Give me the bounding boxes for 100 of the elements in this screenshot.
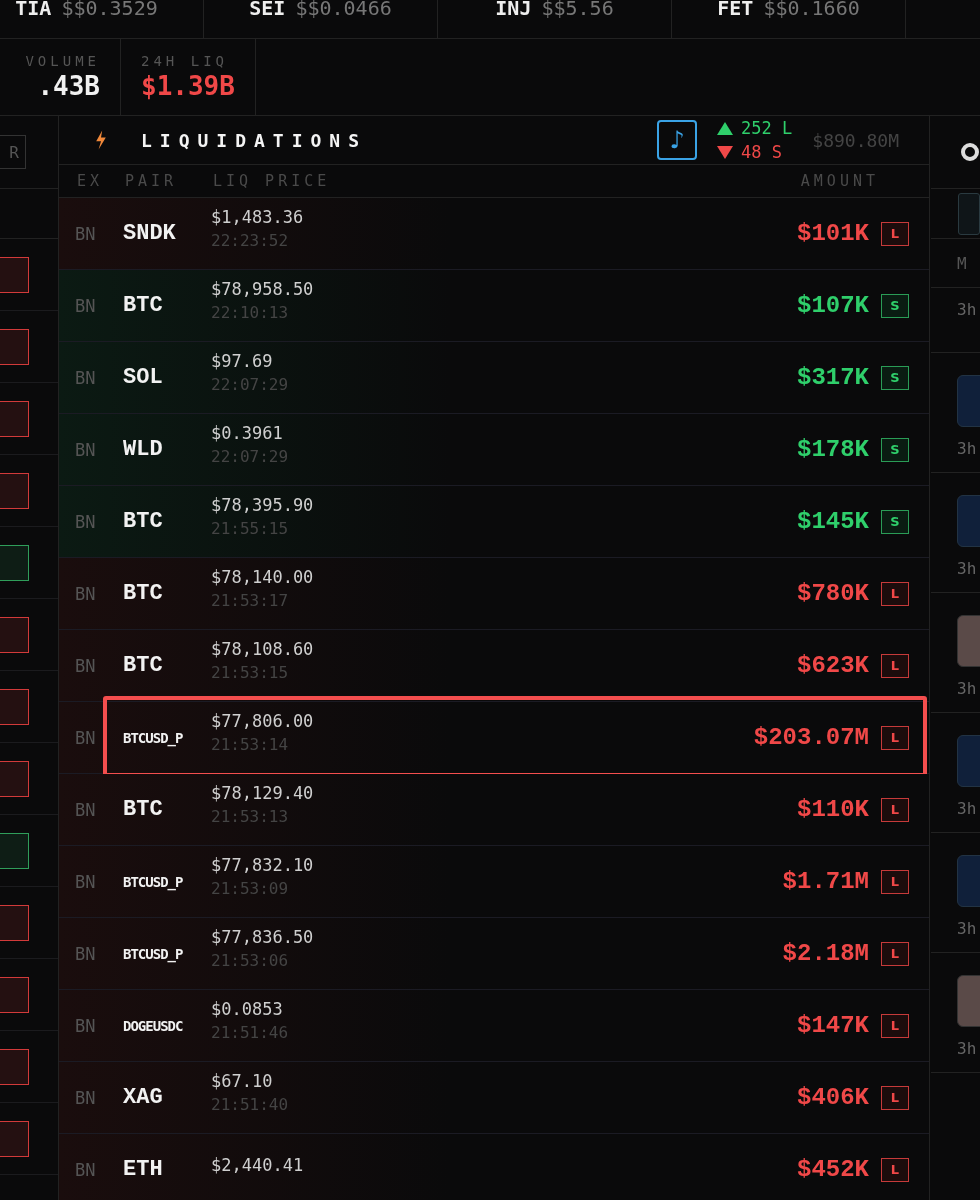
news-time: 3h: [957, 300, 978, 319]
up-triangle-icon: [717, 121, 734, 135]
side-badge: L: [881, 869, 909, 894]
side-badge: S: [881, 293, 909, 318]
side-badge: L: [881, 1013, 909, 1038]
side-badge: L: [881, 797, 909, 822]
exchange-label: BN: [75, 943, 97, 964]
liq-amount: $317K: [797, 364, 869, 391]
side-badge: L: [881, 653, 909, 678]
side-badge: S: [881, 437, 909, 462]
liq-amount: $452K: [797, 1156, 869, 1183]
panel-title: LIQUIDATIONS: [141, 129, 368, 151]
ticker-price: $$5.56: [541, 0, 614, 20]
liq-amount: $145K: [797, 508, 869, 535]
liq-time: 21:53:09: [211, 879, 290, 898]
stat-value: .43B: [37, 71, 100, 101]
liq-amount: $203.07M: [753, 724, 869, 751]
side-badge: L: [881, 581, 909, 606]
liq-amount: $623K: [797, 652, 869, 679]
ticker-symbol: SEI: [249, 0, 286, 20]
pair-name: BTCUSD_P: [123, 873, 184, 890]
short-count: 48 S: [741, 141, 783, 164]
liq-time: 22:07:29: [211, 375, 290, 394]
liq-time: 21:51:40: [211, 1095, 290, 1114]
liq-price: $0.0853: [211, 999, 284, 1019]
ticker-price: $$0.0466: [295, 0, 392, 20]
exchange-label: BN: [75, 871, 97, 892]
liq-amount: $2.18M: [782, 940, 869, 967]
column-header: LIQ PRICE: [213, 172, 332, 190]
liq-time: 21:53:17: [211, 591, 290, 610]
liq-amount: $107K: [797, 292, 869, 319]
liq-time: 21:53:13: [211, 807, 290, 826]
liq-price: $77,806.00: [211, 711, 315, 731]
news-time: 3h: [957, 1039, 978, 1058]
liq-amount: $110K: [797, 796, 869, 823]
liq-price: $78,129.40: [211, 783, 315, 803]
exchange-label: BN: [75, 1015, 97, 1036]
liq-time: 22:23:52: [211, 231, 290, 250]
exchange-label: BN: [75, 1087, 97, 1108]
exchange-label: BN: [75, 583, 97, 604]
pair-name: BTC: [123, 293, 164, 318]
side-badge: L: [881, 221, 909, 246]
ticker-price: $$0.1660: [763, 0, 860, 20]
liq-amount: $406K: [797, 1084, 869, 1111]
exchange-label: BN: [75, 295, 97, 316]
liq-price: $78,395.90: [211, 495, 315, 515]
exchange-label: BN: [75, 1159, 97, 1180]
liq-price: $78,108.60: [211, 639, 315, 659]
ticker-symbol: TIA: [15, 0, 52, 20]
stat-value: $1.39B: [141, 71, 235, 101]
liq-price: $67.10: [211, 1071, 274, 1091]
pair-name: WLD: [123, 437, 164, 462]
liq-price: $78,140.00: [211, 567, 315, 587]
sound-toggle-button[interactable]: ♪: [657, 120, 698, 160]
pair-name: BTC: [123, 797, 164, 822]
liq-time: 21:53:15: [211, 663, 290, 682]
news-time: 3h: [957, 439, 978, 458]
column-header: AMOUNT: [800, 172, 879, 190]
column-header: EX: [77, 172, 105, 190]
liq-price: $97.69: [211, 351, 274, 371]
side-badge: L: [881, 1085, 909, 1110]
input-field[interactable]: [958, 192, 980, 235]
exchange-label: BN: [75, 799, 97, 820]
news-time: 3h: [957, 919, 978, 938]
pair-name: SOL: [123, 365, 164, 390]
pair-name: BTC: [123, 653, 164, 678]
side-badge: L: [881, 941, 909, 966]
exchange-label: BN: [75, 655, 97, 676]
long-count: 252 L: [741, 117, 793, 140]
liq-time: 21:53:06: [211, 951, 290, 970]
liq-time: 21:51:46: [211, 1023, 290, 1042]
total-amount: $890.80M: [812, 129, 899, 151]
liq-amount: $101K: [797, 220, 869, 247]
pair-name: XAG: [123, 1085, 164, 1110]
ticker-symbol: FET: [717, 0, 754, 20]
exchange-label: BN: [75, 439, 97, 460]
circle-icon: [961, 143, 979, 161]
exchange-label: BN: [75, 511, 97, 532]
liq-amount: $1.71M: [782, 868, 869, 895]
liq-price: $1,483.36: [211, 207, 305, 227]
pair-name: ETH: [123, 1157, 164, 1182]
news-time: 3h: [957, 679, 978, 698]
side-badge: L: [881, 1157, 909, 1182]
column-header: M: [931, 239, 980, 288]
stat-label: 24H LIQ: [141, 53, 229, 69]
liq-price: $0.3961: [211, 423, 284, 443]
pair-name: BTCUSD_P: [123, 729, 184, 746]
liq-price: $2,440.41: [211, 1154, 305, 1175]
side-badge: L: [881, 725, 909, 750]
liq-price: $78,958.50: [211, 279, 315, 299]
column-header: PAIR: [125, 172, 179, 190]
pair-name: SNDK: [123, 221, 177, 246]
pair-name: BTC: [123, 509, 164, 534]
liq-time: 22:07:29: [211, 447, 290, 466]
pair-name: BTC: [123, 581, 164, 606]
exchange-label: BN: [75, 367, 97, 388]
pair-name: BTCUSD_P: [123, 945, 184, 962]
exchange-label: BN: [75, 727, 97, 748]
liq-amount: $780K: [797, 580, 869, 607]
ticker-price: $$0.3529: [61, 0, 158, 20]
